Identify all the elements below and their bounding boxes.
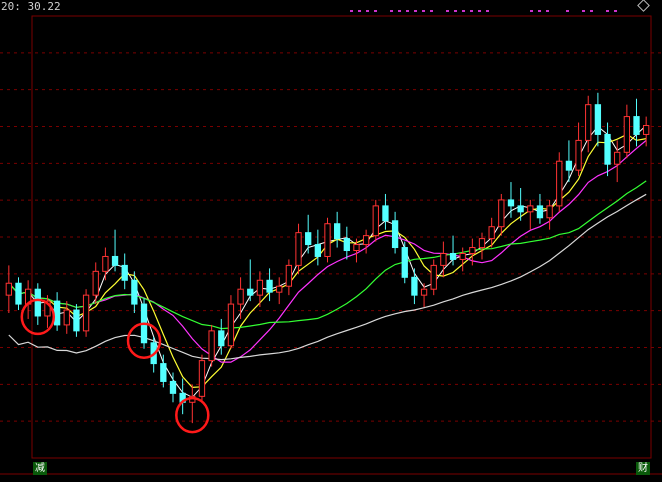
- candle-body: [198, 360, 206, 397]
- candle-body: [391, 220, 399, 249]
- candle-body: [247, 288, 254, 296]
- candle-body: [5, 282, 12, 296]
- candle-body: [92, 270, 99, 296]
- candle-body: [334, 223, 341, 240]
- candle-body: [285, 264, 293, 287]
- plot-frame: [31, 15, 652, 459]
- candle-body: [411, 276, 418, 296]
- candle-body: [208, 330, 215, 362]
- candle-body: [34, 288, 41, 317]
- candle-body: [478, 238, 486, 249]
- candle-body: [169, 380, 177, 394]
- candle-body: [449, 252, 457, 260]
- candle-body: [565, 160, 573, 171]
- candle-body: [469, 247, 476, 254]
- chart-window: 20: 30.22 减 财: [0, 0, 662, 482]
- candle-body: [507, 199, 515, 207]
- candle-body: [343, 238, 350, 252]
- candle-body: [372, 205, 379, 237]
- candle-body: [102, 255, 109, 272]
- candle-body: [546, 205, 553, 219]
- candle-body: [63, 309, 70, 326]
- candle-body: [15, 282, 22, 305]
- candle-body: [614, 151, 621, 165]
- candle-body: [305, 232, 312, 246]
- left-footer-badge[interactable]: 减: [33, 462, 47, 475]
- candle-body: [353, 244, 360, 252]
- candle-body: [585, 104, 592, 141]
- candle-body: [218, 330, 225, 347]
- candle-body: [53, 300, 61, 326]
- candle-body: [430, 264, 437, 290]
- candle-body: [420, 288, 428, 296]
- candle-body: [73, 309, 80, 332]
- candle-body: [498, 199, 505, 228]
- candle-body: [295, 232, 302, 266]
- candle-body: [488, 226, 495, 240]
- candle-body: [633, 116, 640, 135]
- candle-body: [594, 104, 602, 135]
- candlestick-chart[interactable]: [0, 0, 662, 482]
- right-footer-badge[interactable]: 财: [636, 462, 650, 475]
- candle-body: [604, 133, 611, 165]
- candle-body: [362, 235, 370, 246]
- candle-body: [237, 288, 244, 305]
- candle-body: [82, 294, 90, 332]
- candle-body: [131, 279, 138, 305]
- candle-body: [227, 303, 235, 347]
- candle-body: [324, 223, 331, 257]
- candle-body: [643, 125, 650, 135]
- candle-body: [459, 252, 466, 260]
- candle-body: [527, 205, 534, 213]
- candle-body: [382, 205, 389, 222]
- candle-body: [517, 205, 524, 213]
- candle-body: [575, 139, 582, 171]
- candle-body: [121, 264, 128, 281]
- candle-body: [314, 244, 321, 257]
- candle-body: [440, 252, 447, 266]
- candle-body: [256, 279, 264, 296]
- candle-body: [111, 255, 119, 266]
- candle-body: [266, 279, 273, 293]
- candle-body: [276, 285, 283, 293]
- candle-body: [623, 116, 631, 153]
- candle-body: [556, 160, 563, 207]
- candle-body: [160, 363, 167, 382]
- candle-body: [536, 205, 544, 219]
- candle-body: [401, 247, 408, 278]
